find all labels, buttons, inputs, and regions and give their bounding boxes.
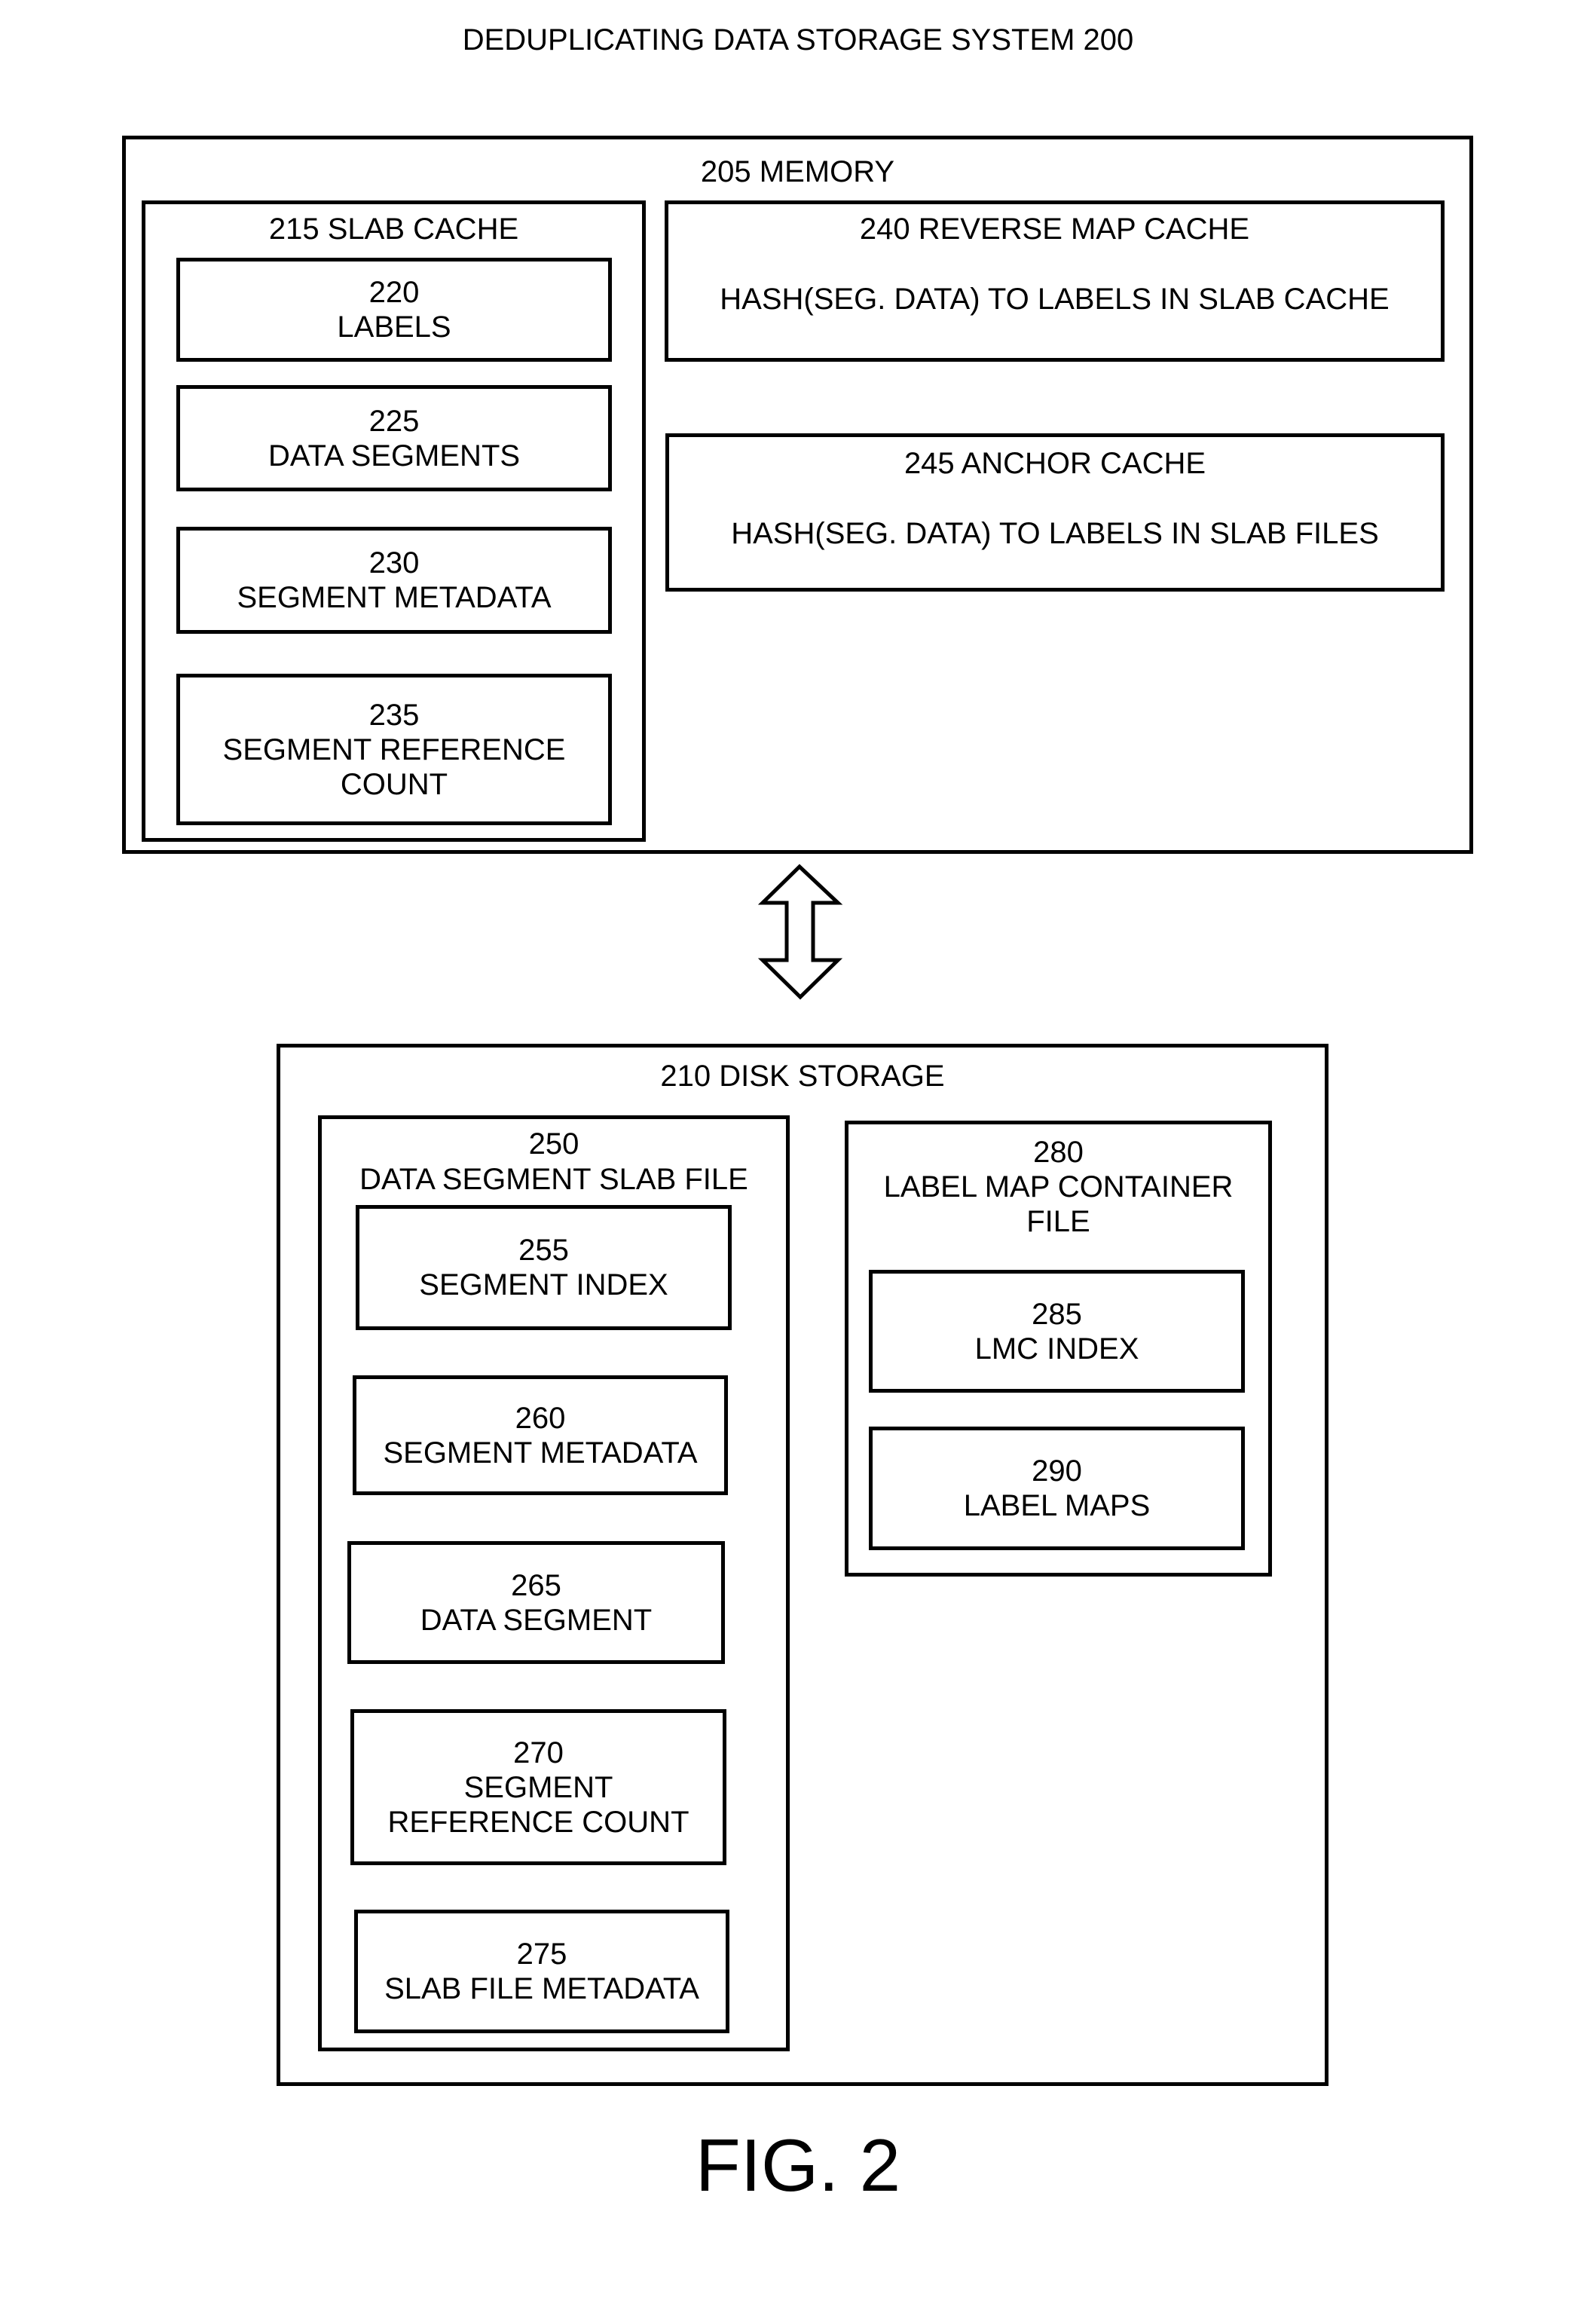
anchor-cache-box: 245 ANCHOR CACHE HASH(SEG. DATA) TO LABE… — [665, 433, 1445, 592]
disk-storage-title: 210 DISK STORAGE — [660, 1060, 945, 1093]
disk-segment-metadata-box: 260 SEGMENT METADATA — [353, 1375, 728, 1495]
slab-file-number: 250 — [528, 1127, 579, 1161]
lmc-index-label: LMC INDEX — [974, 1332, 1139, 1366]
slab-file-title: DATA SEGMENT SLAB FILE — [359, 1163, 748, 1196]
disk-segment-reference-count-label-1: SEGMENT — [463, 1770, 613, 1804]
reverse-map-cache-title: 240 REVERSE MAP CACHE — [859, 213, 1250, 246]
segment-index-box: 255 SEGMENT INDEX — [356, 1205, 732, 1330]
label-maps-box: 290 LABEL MAPS — [869, 1427, 1245, 1550]
disk-segment-reference-count-label-2: REFERENCE COUNT — [387, 1805, 689, 1839]
data-segment-label: DATA SEGMENT — [420, 1603, 653, 1637]
data-segments-number: 225 — [368, 404, 420, 438]
figure-label: FIG. 2 — [695, 2124, 901, 2207]
segment-index-label: SEGMENT INDEX — [419, 1268, 668, 1301]
bidirectional-arrow-icon — [757, 864, 843, 1000]
labels-box: 220 LABELS — [176, 258, 612, 362]
reverse-map-cache-box: 240 REVERSE MAP CACHE HASH(SEG. DATA) TO… — [665, 200, 1445, 362]
segment-index-number: 255 — [518, 1234, 569, 1267]
data-segment-box: 265 DATA SEGMENT — [347, 1541, 725, 1664]
reverse-map-cache-description: HASH(SEG. DATA) TO LABELS IN SLAB CACHE — [720, 283, 1390, 316]
slab-file-metadata-box: 275 SLAB FILE METADATA — [354, 1910, 729, 2033]
labels-label: LABELS — [337, 310, 451, 344]
segment-metadata-box: 230 SEGMENT METADATA — [176, 527, 612, 634]
data-segments-box: 225 DATA SEGMENTS — [176, 385, 612, 491]
segment-reference-count-box: 235 SEGMENT REFERENCE COUNT — [176, 674, 612, 825]
labels-number: 220 — [368, 276, 420, 309]
anchor-cache-title: 245 ANCHOR CACHE — [903, 447, 1206, 480]
disk-segment-reference-count-number: 270 — [513, 1736, 564, 1769]
segment-reference-count-label-2: COUNT — [340, 767, 448, 801]
label-maps-number: 290 — [1032, 1454, 1082, 1488]
label-map-container-title-1: LABEL MAP CONTAINER — [883, 1170, 1234, 1204]
slab-cache-title: 215 SLAB CACHE — [268, 213, 519, 246]
disk-segment-metadata-number: 260 — [515, 1401, 566, 1435]
segment-metadata-number: 230 — [368, 546, 420, 580]
disk-segment-reference-count-box: 270 SEGMENT REFERENCE COUNT — [350, 1709, 726, 1865]
segment-reference-count-label-1: SEGMENT REFERENCE — [222, 733, 566, 766]
anchor-cache-description: HASH(SEG. DATA) TO LABELS IN SLAB FILES — [731, 517, 1379, 550]
diagram-title: DEDUPLICATING DATA STORAGE SYSTEM 200 — [462, 23, 1134, 57]
segment-reference-count-number: 235 — [368, 698, 420, 732]
data-segment-number: 265 — [511, 1568, 561, 1602]
slab-file-metadata-label: SLAB FILE METADATA — [384, 1972, 699, 2005]
lmc-index-box: 285 LMC INDEX — [869, 1270, 1245, 1393]
slab-file-metadata-number: 275 — [516, 1938, 567, 1971]
lmc-index-number: 285 — [1032, 1297, 1082, 1331]
label-map-container-number: 280 — [1033, 1136, 1084, 1169]
data-segments-label: DATA SEGMENTS — [268, 439, 521, 473]
disk-segment-metadata-label: SEGMENT METADATA — [383, 1436, 698, 1470]
memory-title: 205 MEMORY — [700, 155, 895, 188]
segment-metadata-label: SEGMENT METADATA — [237, 581, 552, 614]
label-maps-label: LABEL MAPS — [963, 1489, 1151, 1522]
label-map-container-title-2: FILE — [1026, 1205, 1090, 1238]
